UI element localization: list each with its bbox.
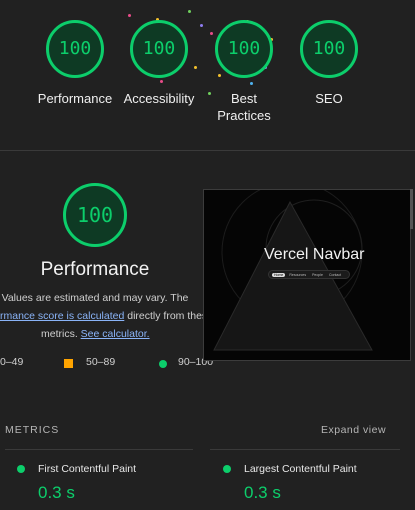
legend-average: 50–89 xyxy=(86,356,116,368)
screenshot-navbar: Home Resources People Contact xyxy=(268,270,350,279)
performance-title: Performance xyxy=(40,259,150,280)
category-accessibility[interactable]: 100 Accessibility xyxy=(119,20,199,107)
fcp-metric-value: 0.3 s xyxy=(38,483,75,502)
category-best-practices[interactable]: 100 Best Practices xyxy=(204,20,284,124)
estimate-note-line2-rest: directly from thes xyxy=(124,310,208,322)
fcp-good-icon xyxy=(17,465,25,473)
screenshot-nav-resources: Resources xyxy=(289,272,307,277)
estimate-note-line2: rmance score is calculated directly from… xyxy=(0,307,207,325)
estimate-note-line3-prefix: metrics. xyxy=(41,328,78,340)
accessibility-label: Accessibility xyxy=(123,91,195,106)
screenshot-nav-home: Home xyxy=(272,272,286,277)
see-calculator-link[interactable]: See calculator. xyxy=(81,328,150,340)
average-square-icon xyxy=(64,359,73,368)
fcp-metric-name: First Contentful Paint xyxy=(38,463,137,475)
seo-score-gauge: 100 xyxy=(300,20,358,78)
screenshot-nav-contact: Contact xyxy=(328,272,342,277)
estimate-note-line1: Values are estimated and may vary. The xyxy=(1,292,189,304)
screenshot-title: Vercel Navbar xyxy=(264,246,365,263)
estimate-note-line3: metrics. See calculator. xyxy=(41,325,150,343)
lcp-good-icon xyxy=(223,465,231,473)
metric-divider-right xyxy=(210,449,400,450)
performance-label: Performance xyxy=(37,91,113,106)
performance-big-gauge: 100 xyxy=(63,183,127,247)
best-practices-label-line1: Best xyxy=(230,91,257,106)
category-seo[interactable]: 100 SEO xyxy=(289,20,369,107)
best-practices-score-gauge: 100 xyxy=(215,20,273,78)
lcp-metric-value: 0.3 s xyxy=(244,483,281,502)
scrollbar-thumb[interactable] xyxy=(410,189,413,229)
metric-divider-left xyxy=(5,449,193,450)
best-practices-label: Best Practices xyxy=(204,90,284,124)
page-screenshot[interactable]: Vercel Navbar Home Resources People Cont… xyxy=(203,189,411,361)
good-circle-icon xyxy=(159,360,167,368)
lcp-metric-name: Largest Contentful Paint xyxy=(244,463,357,475)
performance-score-gauge: 100 xyxy=(46,20,104,78)
score-calculated-link[interactable]: rmance score is calculated xyxy=(0,310,124,322)
category-performance[interactable]: 100 Performance xyxy=(35,20,115,107)
accessibility-score-gauge: 100 xyxy=(130,20,188,78)
screenshot-nav-people: People xyxy=(312,272,323,277)
expand-view-button[interactable]: Expand view xyxy=(321,424,386,436)
seo-label: SEO xyxy=(315,91,343,106)
legend-poor: 0–49 xyxy=(0,356,24,368)
section-divider xyxy=(0,150,415,151)
best-practices-label-line2: Practices xyxy=(217,108,271,123)
metrics-heading: METRICS xyxy=(5,424,60,436)
